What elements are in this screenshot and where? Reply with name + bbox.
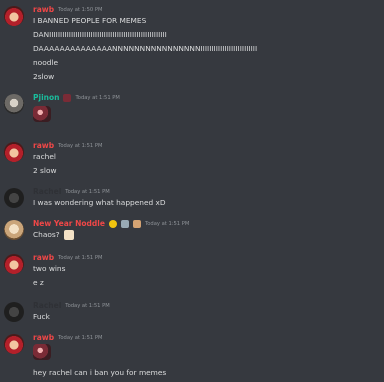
badge-icon xyxy=(132,220,141,228)
username[interactable]: rawb xyxy=(33,140,54,152)
badge-icon xyxy=(108,220,117,228)
username[interactable]: rawb xyxy=(33,332,54,344)
message-header: rawb Today at 1:51 PM xyxy=(33,252,102,264)
message-header: rawb Today at 1:51 PM xyxy=(33,332,102,344)
avatar[interactable] xyxy=(4,6,24,26)
message-header: Rachel Today at 1:51 PM xyxy=(33,186,110,198)
timestamp: Today at 1:51 PM xyxy=(144,221,190,227)
avatar[interactable] xyxy=(4,334,24,354)
timestamp: Today at 1:51 PM xyxy=(58,255,103,261)
message-header: rawb Today at 1:51 PM xyxy=(33,140,102,152)
message-header: Rachel Today at 1:51 PM xyxy=(33,300,110,312)
badge-icon xyxy=(120,220,129,228)
message-text: DAAAAAAAAAAAAAANNNNNNNNNNNNNNNNIIIIIIIII… xyxy=(33,44,258,53)
avatar[interactable] xyxy=(4,254,24,274)
message-text: Fuck xyxy=(33,312,50,321)
timestamp: Today at 1:51 PM xyxy=(58,335,103,341)
role-badge-icon xyxy=(63,94,72,102)
message-text: hey rachel can i ban you for memes xyxy=(33,368,167,377)
message-text: Chaos? xyxy=(33,230,75,240)
username[interactable]: rawb xyxy=(33,252,54,264)
message-text: two wins xyxy=(33,264,66,273)
timestamp: Today at 1:51 PM xyxy=(75,95,120,101)
message-text: 2slow xyxy=(33,72,55,81)
avatar[interactable] xyxy=(4,142,24,162)
username[interactable]: Rachel xyxy=(33,300,61,312)
message-text: I was wondering what happened xD xyxy=(33,198,166,207)
emoji-sticker-icon xyxy=(33,344,51,360)
avatar[interactable] xyxy=(4,188,24,208)
message-header: Pjinon Today at 1:51 PM xyxy=(33,92,120,104)
message-header: rawb Today at 1:50 PM xyxy=(33,4,102,16)
timestamp: Today at 1:51 PM xyxy=(65,303,110,309)
timestamp: Today at 1:50 PM xyxy=(58,7,103,13)
message-text: e z xyxy=(33,278,44,287)
username[interactable]: New Year Noddle xyxy=(33,218,105,230)
emoji-icon xyxy=(64,230,75,240)
timestamp: Today at 1:51 PM xyxy=(65,189,110,195)
message-text: noodle xyxy=(33,58,59,67)
username[interactable]: Pjinon xyxy=(33,92,59,104)
chat-messages: rawb Today at 1:50 PM I BANNED PEOPLE FO… xyxy=(0,0,384,382)
username[interactable]: Rachel xyxy=(33,186,61,198)
emoji-sticker-icon xyxy=(33,106,51,122)
avatar[interactable] xyxy=(4,94,24,114)
message-text-content: Chaos? xyxy=(33,230,60,239)
message-header: New Year Noddle Today at 1:51 PM xyxy=(33,218,189,230)
message-text: rachel xyxy=(33,152,56,161)
timestamp: Today at 1:51 PM xyxy=(58,143,103,149)
avatar[interactable] xyxy=(4,220,24,240)
username[interactable]: rawb xyxy=(33,4,54,16)
message-text: I BANNED PEOPLE FOR MEMES xyxy=(33,16,147,25)
message-text: 2 slow xyxy=(33,166,57,175)
avatar[interactable] xyxy=(4,302,24,322)
message-text: DANIIIIIIIIIIIIIIIIIIIIIIIIIIIIIIIIIIIII… xyxy=(33,30,167,39)
